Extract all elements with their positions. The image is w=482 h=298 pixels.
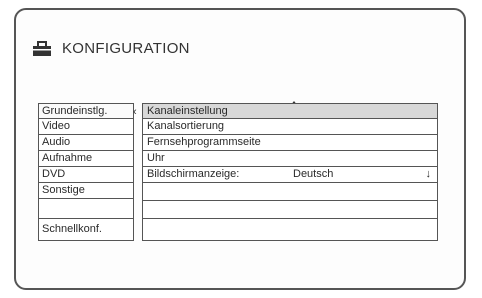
submenu-row-label: Fernsehprogrammseite	[147, 136, 261, 148]
menu-item-audio[interactable]: Audio	[38, 135, 134, 151]
toolbox-icon	[32, 40, 52, 57]
language-value: Deutsch	[293, 168, 334, 180]
selection-marker-icon: ‹	[133, 106, 137, 118]
setup-header: KONFIGURATION	[32, 40, 190, 57]
menu-item-video[interactable]: Video	[38, 119, 134, 135]
submenu-row-empty	[142, 201, 438, 219]
menu-item-empty	[38, 199, 134, 219]
submenu-row-empty	[142, 219, 438, 241]
submenu-row-label: Uhr	[147, 152, 165, 164]
submenu-row-fernsehprogrammseite[interactable]: Fernsehprogrammseite	[142, 135, 438, 151]
scroll-down-icon: ↓	[425, 168, 432, 180]
submenu-row-label: Kanaleinstellung	[147, 105, 228, 117]
submenu-row-uhr[interactable]: Uhr	[142, 151, 438, 167]
menu-item-aufnahme[interactable]: Aufnahme	[38, 151, 134, 167]
menu-item-schnellkonf[interactable]: Schnellkonf.	[38, 219, 134, 241]
submenu-row-kanalsortierung[interactable]: Kanalsortierung	[142, 119, 438, 135]
menu-item-sonstige[interactable]: Sonstige	[38, 183, 134, 199]
submenu-row-bildschirmanzeige[interactable]: Bildschirmanzeige: Deutsch ↓	[142, 167, 438, 183]
setup-submenu: Kanaleinstellung Kanalsortierung Fernseh…	[142, 103, 438, 241]
submenu-row-empty	[142, 183, 438, 201]
menu-item-dvd[interactable]: DVD	[38, 167, 134, 183]
page-title: KONFIGURATION	[62, 40, 190, 57]
submenu-row-label: Bildschirmanzeige:	[147, 168, 240, 180]
menu-item-grundeinstellung[interactable]: Grundeinstlg.	[38, 103, 134, 119]
submenu-row-kanaleinstellung[interactable]: Kanaleinstellung	[142, 103, 438, 119]
setup-main-menu: Grundeinstlg. Video Audio Aufnahme DVD S…	[38, 103, 137, 241]
submenu-row-label: Kanalsortierung	[147, 120, 225, 132]
